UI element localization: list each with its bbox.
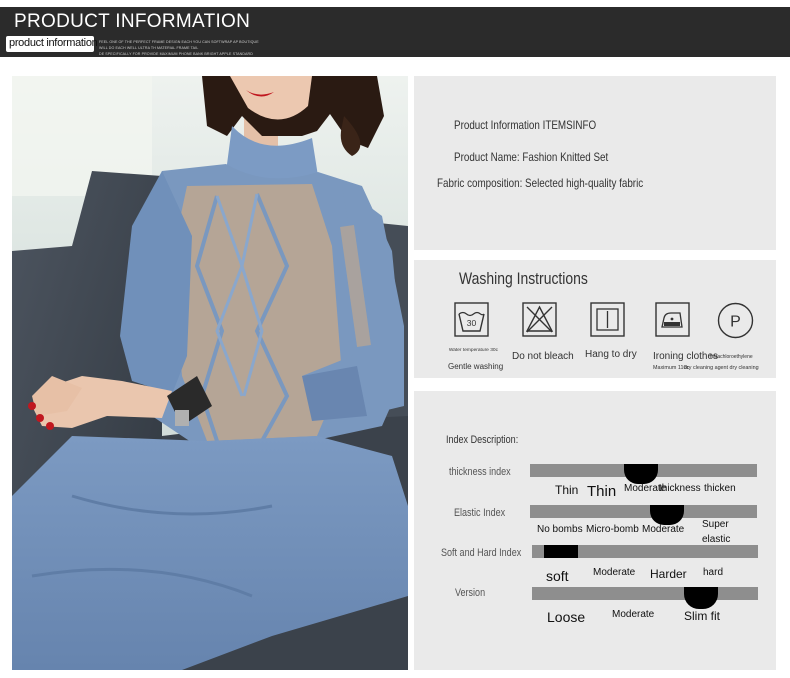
elastic-level: No bombs xyxy=(537,524,583,535)
fabric-composition: Fabric composition: Selected high-qualit… xyxy=(437,176,644,190)
soft-hard-index-marker xyxy=(544,545,578,558)
product-name: Product Name: Fashion Knitted Set xyxy=(454,150,609,164)
soft-hard-level: soft xyxy=(546,568,569,584)
banner-fine-print: DE SPECIFICALLY FOR PROVIDE MAXIMUM PHON… xyxy=(99,52,253,56)
gentle-washing-caption: Gentle washing xyxy=(448,362,504,371)
version-level: Loose xyxy=(547,609,586,625)
version-level: Moderate xyxy=(612,609,655,620)
tetrachloroethylene-caption: Tetrachloroethylene xyxy=(709,354,753,360)
dry-cleaning-agent-caption: dry cleaning agent dry cleaning xyxy=(684,365,759,371)
soft-hard-level: hard xyxy=(703,567,724,578)
hang-dry-caption: Hang to dry xyxy=(585,349,637,360)
version-bar xyxy=(532,587,758,600)
thickness-level: Thin xyxy=(587,483,617,500)
thickness-level: thicken xyxy=(704,483,736,494)
no-bleach-icon xyxy=(522,302,557,337)
elastic-level: Micro-bomb xyxy=(586,524,639,535)
banner-fine-print: FEEL ONE OF THE PERFECT FRAME DESIGN EAC… xyxy=(99,40,259,44)
version-label: Version xyxy=(455,587,486,599)
version-marker xyxy=(684,587,718,609)
product-photo xyxy=(12,76,408,670)
elastic-level: Moderate xyxy=(642,524,685,535)
thickness-level: thickness xyxy=(659,483,701,494)
banner-fine-print: WILL DO EACH WELL ULTRA TH MATERIAL FRAM… xyxy=(99,46,199,50)
soft-hard-level: Harder xyxy=(650,567,687,581)
dry-clean-badge: P xyxy=(730,314,741,331)
product-info-title: Product Information ITEMSINFO xyxy=(454,118,597,132)
index-description-panel: Index Description: thickness index Thin … xyxy=(414,391,776,670)
dry-clean-p-icon: P xyxy=(717,302,754,339)
banner-title: PRODUCT INFORMATION xyxy=(14,11,251,32)
wash-temperature-badge: 30 xyxy=(467,318,477,328)
washing-instructions-panel: Washing Instructions 30 Water temperatur… xyxy=(414,260,776,378)
elastic-level: Super elastic xyxy=(702,519,731,545)
thickness-level: Thin xyxy=(555,483,579,497)
product-info-panel: Product Information ITEMSINFO Product Na… xyxy=(414,76,776,250)
index-title: Index Description: xyxy=(446,434,519,446)
model-illustration xyxy=(12,76,408,670)
banner-subtitle: product information xyxy=(9,37,98,49)
iron-icon xyxy=(655,302,690,337)
wash-temp-caption: Water temperature 30c xyxy=(448,346,498,353)
hang-dry-icon xyxy=(590,302,625,337)
no-bleach-caption: Do not bleach xyxy=(512,351,574,362)
soft-hard-index-label: Soft and Hard Index xyxy=(441,547,522,559)
header-banner: PRODUCT INFORMATION product information … xyxy=(0,7,790,57)
thickness-index-label: thickness index xyxy=(449,466,511,478)
washing-title: Washing Instructions xyxy=(459,269,588,288)
thickness-index-marker xyxy=(624,464,658,484)
wash-30-icon: 30 xyxy=(454,302,489,337)
version-level: Slim fit xyxy=(684,609,720,623)
elastic-index-label: Elastic Index xyxy=(454,507,506,519)
elastic-index-marker xyxy=(650,505,684,525)
soft-hard-level: Moderate xyxy=(593,567,636,578)
